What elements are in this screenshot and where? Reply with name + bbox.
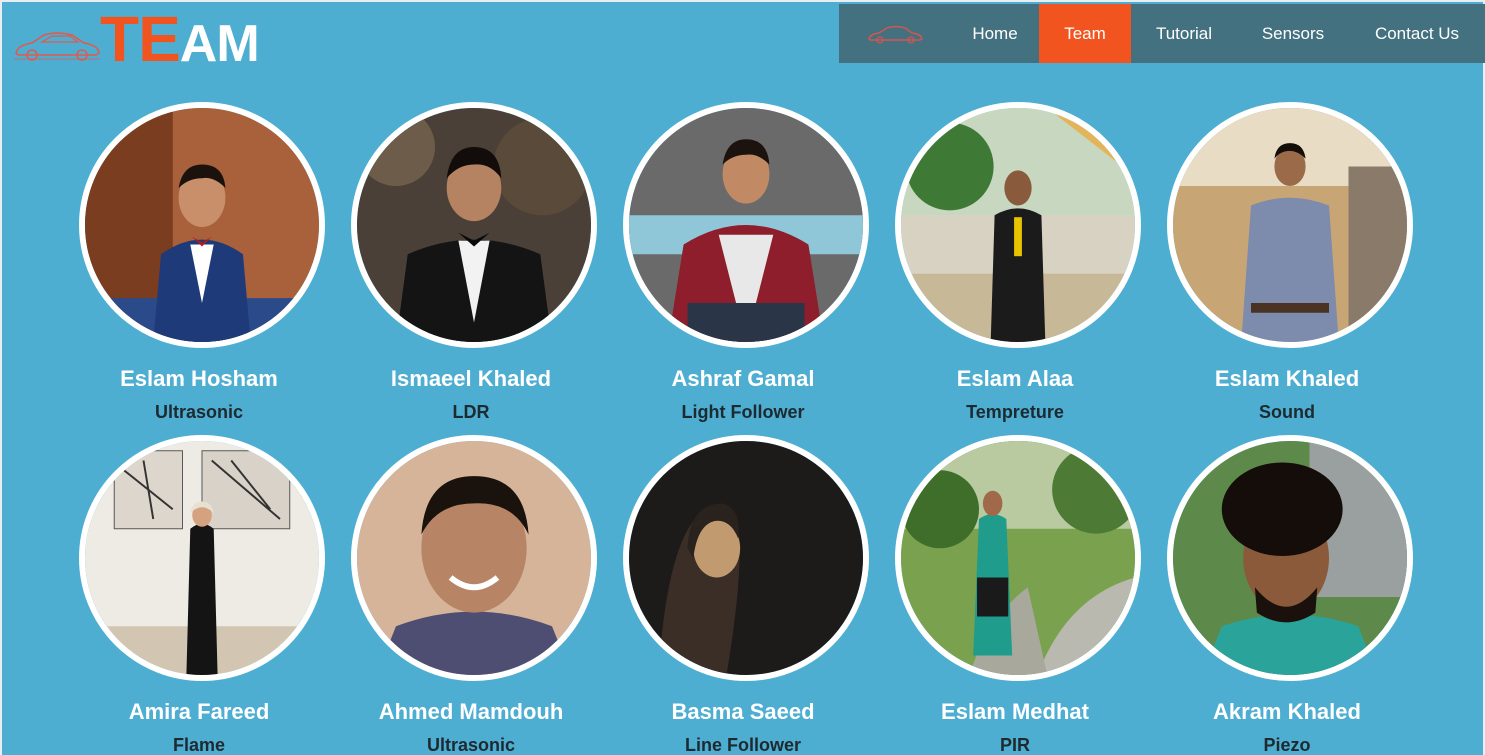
member-photo [79,435,325,681]
member-role: LDR [452,402,490,422]
portrait-image [901,108,1135,342]
portrait-image [85,108,319,342]
member-photo [351,435,597,681]
member-photo [79,102,325,348]
portrait-image [629,441,863,675]
member-role: Ultrasonic [154,402,244,422]
member-photo [895,102,1141,348]
team-member-card: Eslam Medhat PIR [895,435,1141,755]
member-role: PIR [999,735,1030,755]
member-name: Eslam Medhat [941,699,1089,724]
member-photo [895,435,1141,681]
member-name: Ahmed Mamdouh [378,699,564,724]
portrait-image [1173,108,1407,342]
portrait-image [85,441,319,675]
member-photo [623,435,869,681]
portrait-image [901,441,1135,675]
brand-wordmark: TEAM [100,7,260,75]
portrait-image [357,108,591,342]
team-member-card: Ahmed Mamdouh Ultrasonic [351,435,597,755]
nav-team[interactable]: Team [1039,4,1131,63]
nav-contact-us[interactable]: Contact Us [1349,4,1485,63]
member-name: Akram Khaled [1213,699,1361,724]
portrait-image [1173,441,1407,675]
nav-sensors[interactable]: Sensors [1237,4,1349,63]
member-photo [623,102,869,348]
member-name: Basma Saeed [671,699,815,724]
team-member-card: Akram Khaled Piezo [1167,435,1413,755]
nav-tutorial[interactable]: Tutorial [1131,4,1237,63]
team-member-card: Ashraf Gamal Light Follower [623,102,869,423]
car-icon [868,25,923,44]
member-photo [1167,435,1413,681]
brand-part-am: AM [179,14,260,73]
main-navbar: Home Team Tutorial Sensors Contact Us [839,4,1485,63]
car-logo-icon [14,32,100,61]
team-member-card: Eslam Alaa Tempreture [895,102,1141,423]
portrait-image [357,441,591,675]
nav-home[interactable]: Home [951,4,1039,63]
site-logo[interactable]: TEAM [12,7,260,75]
member-name: Amira Fareed [128,699,270,724]
member-role: Ultrasonic [426,735,516,755]
member-name: Eslam Khaled [1214,366,1360,391]
member-name: Eslam Hosham [120,366,278,391]
member-photo [1167,102,1413,348]
member-role: Line Follower [684,735,801,755]
brand-part-te: TE [100,2,181,75]
member-name: Eslam Alaa [956,366,1074,391]
team-member-card: Ismaeel Khaled LDR [351,102,597,423]
member-role: Light Follower [681,402,805,422]
member-name: Ismaeel Khaled [390,366,552,391]
nav-logo[interactable] [839,4,951,63]
team-member-card: Eslam Hosham Ultrasonic [79,102,325,423]
team-member-card: Eslam Khaled Sound [1167,102,1413,423]
member-role: Flame [172,735,226,755]
team-member-card: Amira Fareed Flame [79,435,325,755]
member-role: Piezo [1263,735,1311,755]
portrait-image [629,108,863,342]
member-role: Sound [1259,402,1315,422]
member-name: Ashraf Gamal [671,366,815,391]
team-member-card: Basma Saeed Line Follower [623,435,869,755]
member-role: Tempreture [966,402,1064,422]
member-photo [351,102,597,348]
